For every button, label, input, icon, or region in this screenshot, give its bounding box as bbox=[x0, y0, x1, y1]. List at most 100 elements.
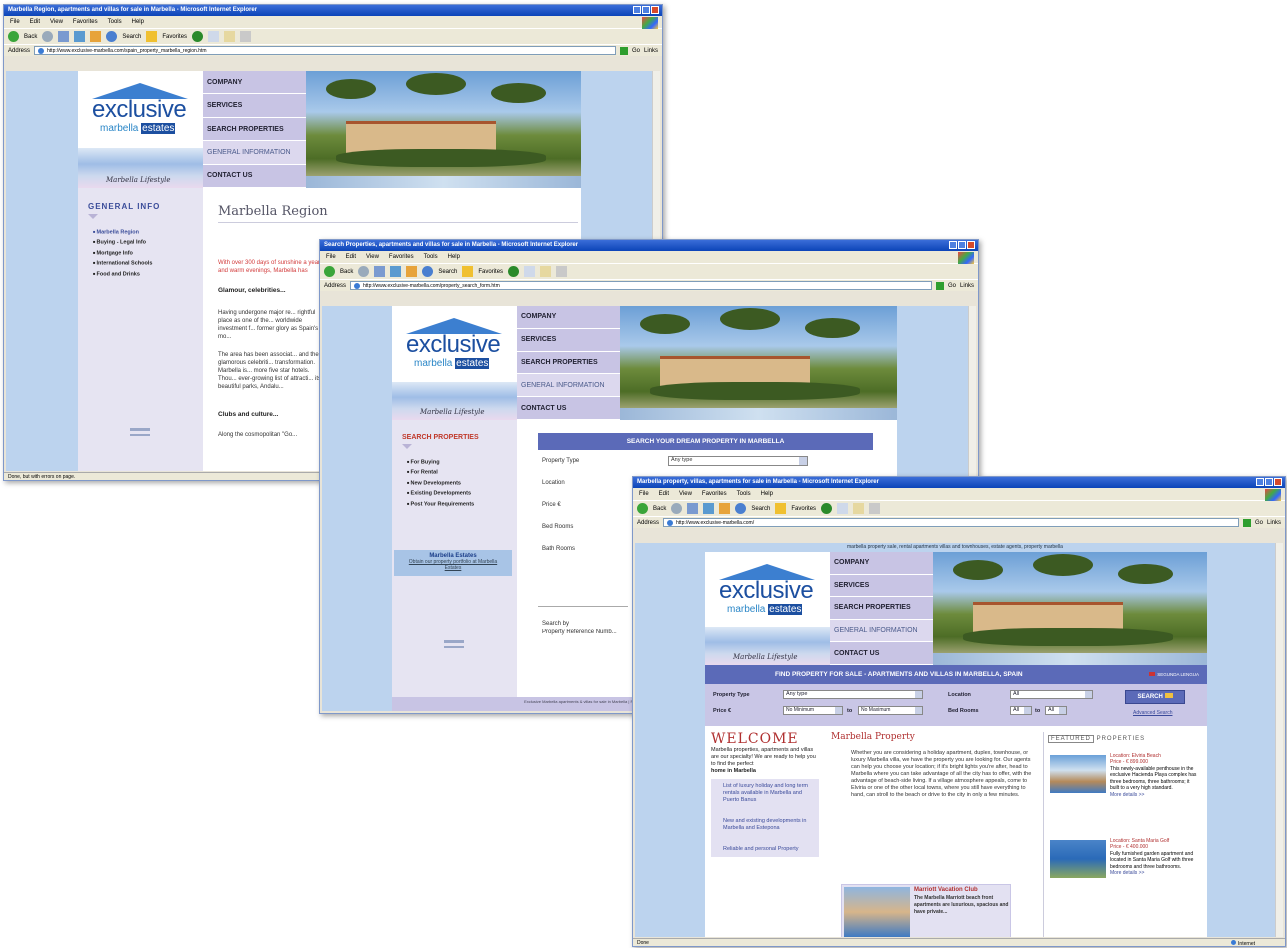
menu-help[interactable]: Help bbox=[132, 19, 144, 25]
window-titlebar[interactable]: Marbella property, villas, apartments fo… bbox=[633, 477, 1285, 488]
welcome-link-rentals[interactable]: List of luxury holiday and long term ren… bbox=[723, 783, 815, 804]
search-icon[interactable] bbox=[735, 503, 747, 514]
menu-favorites[interactable]: Favorites bbox=[73, 19, 98, 25]
media-icon[interactable] bbox=[192, 31, 204, 42]
sidebar-item-post-requirements[interactable]: Post Your Requirements bbox=[407, 499, 507, 509]
forward-arrow-icon[interactable] bbox=[42, 31, 54, 42]
site-logo[interactable]: exclusive marbella estates Marbella Life… bbox=[392, 306, 517, 420]
home-icon[interactable] bbox=[406, 266, 418, 277]
back-label[interactable]: Back bbox=[24, 34, 37, 40]
go-label[interactable]: Go bbox=[1255, 520, 1263, 526]
close-button[interactable] bbox=[967, 241, 975, 249]
minimize-button[interactable] bbox=[633, 6, 641, 14]
stop-icon[interactable] bbox=[58, 31, 70, 42]
media-icon[interactable] bbox=[821, 503, 833, 514]
nav-company[interactable]: COMPANY bbox=[203, 71, 306, 95]
price-max-select[interactable]: No Maximum bbox=[858, 706, 923, 715]
window-titlebar[interactable]: Marbella Region, apartments and villas f… bbox=[4, 5, 662, 16]
sidebar-item-buying-legal[interactable]: Buying - Legal Info bbox=[93, 237, 193, 247]
featured-item[interactable]: Location: Elviria Beach Price - € 899.00… bbox=[1048, 753, 1199, 838]
favorites-star-icon[interactable] bbox=[462, 266, 474, 277]
home-icon[interactable] bbox=[90, 31, 102, 42]
menu-file[interactable]: File bbox=[326, 254, 336, 260]
menu-tools[interactable]: Tools bbox=[424, 254, 438, 260]
nav-services[interactable]: SERVICES bbox=[830, 575, 933, 598]
menu-help[interactable]: Help bbox=[761, 491, 773, 497]
nav-company[interactable]: COMPANY bbox=[830, 552, 933, 575]
media-icon[interactable] bbox=[508, 266, 520, 277]
site-logo[interactable]: exclusive marbella estates Marbella Life… bbox=[78, 71, 203, 188]
minimize-button[interactable] bbox=[1256, 478, 1264, 486]
portfolio-box-text[interactable]: Obtain our property portfolio at Marbell… bbox=[394, 559, 512, 571]
menu-view[interactable]: View bbox=[50, 19, 63, 25]
mail-icon[interactable] bbox=[224, 31, 236, 42]
minimize-button[interactable] bbox=[949, 241, 957, 249]
nav-search-properties[interactable]: SEARCH PROPERTIES bbox=[517, 352, 620, 375]
back-label[interactable]: Back bbox=[653, 506, 666, 512]
featured-item-more[interactable]: More details >> bbox=[1110, 792, 1200, 799]
links-label[interactable]: Links bbox=[960, 283, 974, 289]
nav-company[interactable]: COMPANY bbox=[517, 306, 620, 329]
maximize-button[interactable] bbox=[642, 6, 650, 14]
search-label[interactable]: Search bbox=[438, 269, 457, 275]
print-icon[interactable] bbox=[556, 266, 568, 277]
portfolio-box[interactable]: Marbella Estates Obtain our property por… bbox=[394, 550, 512, 576]
nav-general-information[interactable]: GENERAL INFORMATION bbox=[517, 374, 620, 398]
go-arrow-icon[interactable] bbox=[935, 281, 944, 290]
print-icon[interactable] bbox=[869, 503, 881, 514]
sidebar-item-existing-developments[interactable]: Existing Developments bbox=[407, 488, 507, 498]
menu-edit[interactable]: Edit bbox=[30, 19, 40, 25]
nav-general-information[interactable]: GENERAL INFORMATION bbox=[203, 141, 306, 165]
welcome-link-property[interactable]: Reliable and personal Property bbox=[723, 846, 815, 853]
favorites-label[interactable]: Favorites bbox=[478, 269, 503, 275]
nav-services[interactable]: SERVICES bbox=[203, 94, 306, 118]
advanced-search-link[interactable]: Advanced Search bbox=[1133, 710, 1172, 716]
maximize-button[interactable] bbox=[958, 241, 966, 249]
nav-general-information[interactable]: GENERAL INFORMATION bbox=[830, 619, 933, 643]
site-logo[interactable]: exclusive marbella estates Marbella Life… bbox=[705, 552, 830, 665]
nav-contact-us[interactable]: CONTACT US bbox=[203, 165, 306, 189]
stop-icon[interactable] bbox=[374, 266, 386, 277]
back-arrow-icon[interactable] bbox=[637, 503, 648, 514]
menu-edit[interactable]: Edit bbox=[346, 254, 356, 260]
mail-icon[interactable] bbox=[853, 503, 865, 514]
welcome-link-developments[interactable]: New and existing developments in Marbell… bbox=[723, 818, 815, 832]
history-icon[interactable] bbox=[208, 31, 220, 42]
menu-view[interactable]: View bbox=[366, 254, 379, 260]
close-button[interactable] bbox=[651, 6, 659, 14]
refresh-icon[interactable] bbox=[390, 266, 402, 277]
address-input[interactable]: http://www.exclusive-marbella.com/ bbox=[663, 518, 1239, 527]
favorites-label[interactable]: Favorites bbox=[162, 34, 187, 40]
stop-icon[interactable] bbox=[687, 503, 699, 514]
go-label[interactable]: Go bbox=[948, 283, 956, 289]
nav-search-properties[interactable]: SEARCH PROPERTIES bbox=[830, 597, 933, 620]
sidebar-item-food[interactable]: Food and Drinks bbox=[93, 269, 193, 279]
featured-item-more[interactable]: More details >> bbox=[1110, 870, 1200, 877]
address-input[interactable]: http://www.exclusive-marbella.com/proper… bbox=[350, 281, 932, 290]
search-button[interactable]: SEARCH bbox=[1125, 690, 1185, 704]
menu-favorites[interactable]: Favorites bbox=[389, 254, 414, 260]
go-arrow-icon[interactable] bbox=[1242, 518, 1251, 527]
search-icon[interactable] bbox=[106, 31, 118, 42]
promo-box[interactable]: Marriott Vacation Club The Marbella Marr… bbox=[841, 884, 1011, 937]
nav-contact-us[interactable]: CONTACT US bbox=[517, 397, 620, 420]
location-select[interactable]: All bbox=[1010, 690, 1093, 699]
favorites-label[interactable]: Favorites bbox=[791, 506, 816, 512]
menu-help[interactable]: Help bbox=[448, 254, 460, 260]
bed-min-select[interactable]: All bbox=[1010, 706, 1032, 715]
sidebar-item-marbella-region[interactable]: Marbella Region bbox=[93, 227, 193, 237]
sidebar-item-mortgage[interactable]: Mortgage Info bbox=[93, 248, 193, 258]
mail-icon[interactable] bbox=[540, 266, 552, 277]
featured-item[interactable]: Location: Santa Maria Golf Price - € 400… bbox=[1048, 838, 1199, 923]
address-input[interactable]: http://www.exclusive-marbella.com/spain_… bbox=[34, 46, 616, 55]
go-arrow-icon[interactable] bbox=[619, 46, 628, 55]
nav-search-properties[interactable]: SEARCH PROPERTIES bbox=[203, 118, 306, 142]
print-icon[interactable] bbox=[240, 31, 252, 42]
menu-view[interactable]: View bbox=[679, 491, 692, 497]
menu-tools[interactable]: Tools bbox=[737, 491, 751, 497]
history-icon[interactable] bbox=[524, 266, 536, 277]
search-label[interactable]: Search bbox=[122, 34, 141, 40]
close-button[interactable] bbox=[1274, 478, 1282, 486]
back-arrow-icon[interactable] bbox=[324, 266, 335, 277]
home-icon[interactable] bbox=[719, 503, 731, 514]
